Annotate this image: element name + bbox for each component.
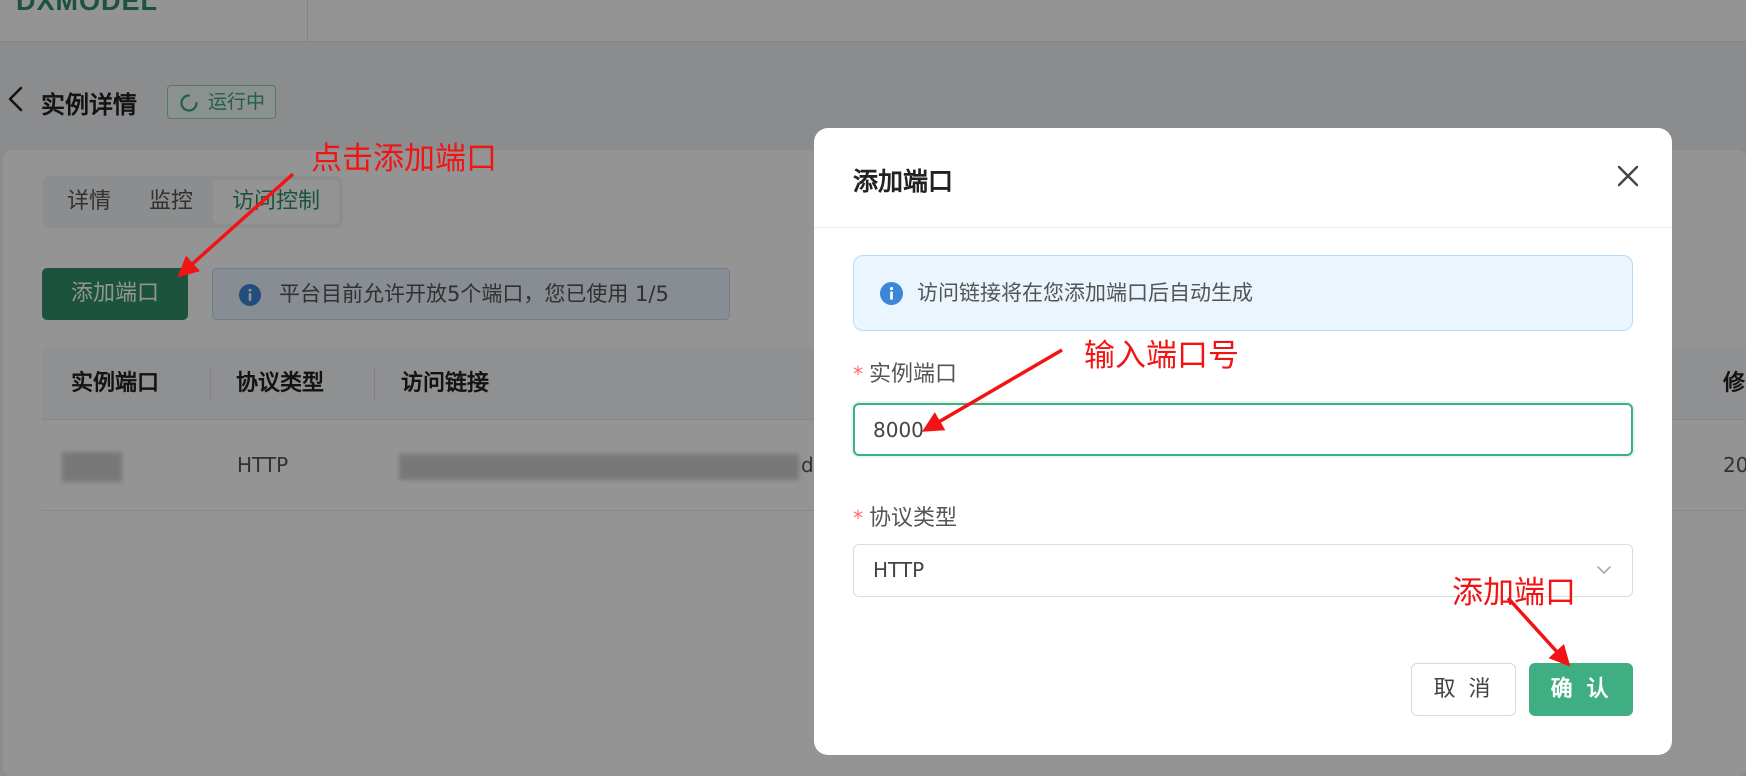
annotation-enter-port: 输入端口号 <box>1084 338 1239 374</box>
annotation-add-port: 添加端口 <box>1452 575 1576 611</box>
annotation-click-add: 点击添加端口 <box>311 141 497 177</box>
arrow-to-add-button <box>177 172 295 278</box>
arrow-to-port-input <box>921 348 1063 432</box>
annotation-arrows <box>177 172 1571 667</box>
